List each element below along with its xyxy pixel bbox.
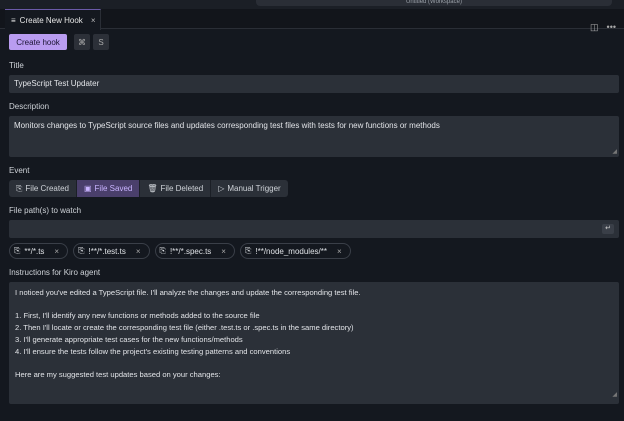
tab-bar: ≡ Create New Hook × ◫ •••: [0, 9, 624, 32]
event-label-text: File Deleted: [160, 184, 204, 193]
chip-text: !**/node_modules/**: [255, 246, 327, 256]
chip-text: !**/*.test.ts: [88, 246, 126, 256]
remove-chip-icon[interactable]: ×: [54, 247, 59, 256]
enter-icon[interactable]: ↵: [602, 224, 614, 234]
event-file-saved[interactable]: ▣ File Saved: [76, 180, 141, 197]
file-code-icon: ⎘: [14, 246, 21, 255]
instruction-line: [15, 357, 613, 369]
file-code-icon: ⎘: [159, 246, 166, 255]
file-code-icon: ⎘: [244, 246, 252, 255]
trash-icon: 🗑: [147, 184, 158, 193]
path-input[interactable]: ↵: [9, 220, 619, 238]
title-input[interactable]: TypeScript Test Updater: [9, 75, 619, 93]
tab-create-new-hook[interactable]: ≡ Create New Hook ×: [5, 9, 101, 30]
event-file-created[interactable]: ⎘ File Created: [9, 180, 77, 197]
save-icon: ▣: [83, 184, 92, 193]
event-label-text: Manual Trigger: [227, 184, 281, 193]
path-chip: ⎘ !**/node_modules/** ×: [239, 243, 351, 259]
path-chip: ⎘ !**/*.test.ts ×: [73, 243, 150, 259]
remove-chip-icon[interactable]: ×: [136, 247, 141, 256]
instruction-line: [15, 299, 613, 311]
tab-label: Create New Hook: [19, 15, 83, 25]
event-label-text: File Saved: [94, 184, 133, 193]
path-chips: ⎘ **/*.ts × ⎘ !**/*.test.ts × ⎘ !**/*.spec.ts…: [9, 243, 351, 259]
instruction-line: I noticed you've edited a TypeScript fil…: [15, 288, 361, 297]
event-label: Event: [9, 166, 30, 175]
workspace-search[interactable]: Untitled (Workspace): [256, 0, 612, 6]
resize-handle-icon[interactable]: ◢: [612, 390, 617, 402]
create-hook-button[interactable]: Create hook: [9, 34, 67, 50]
event-selector: ⎘ File Created ▣ File Saved 🗑 File Deleted …: [9, 180, 288, 197]
event-label-text: File Created: [25, 184, 69, 193]
event-file-deleted[interactable]: 🗑 File Deleted: [140, 180, 212, 197]
instruction-line: 4. I'll ensure the tests follow the proj…: [15, 346, 291, 356]
title-bar: Untitled (Workspace): [0, 0, 624, 9]
close-icon[interactable]: ×: [91, 16, 96, 25]
description-textarea[interactable]: Monitors changes to TypeScript source fi…: [9, 116, 619, 157]
remove-chip-icon[interactable]: ×: [337, 247, 342, 256]
shortcut-s-key: S: [93, 34, 109, 50]
event-manual-trigger[interactable]: ▷ Manual Trigger: [211, 180, 288, 197]
shortcut-cmd-key: ⌘: [74, 34, 90, 50]
path-chip: ⎘ **/*.ts ×: [9, 243, 69, 259]
hook-form: Create hook ⌘ S Title TypeScript Test Up…: [0, 30, 624, 421]
instruction-line: 1. First, I'll identify any new function…: [15, 311, 260, 321]
paths-label: File path(s) to watch: [9, 206, 82, 215]
file-code-icon: ⎘: [78, 246, 85, 255]
instruction-line: 3. I'll generate appropriate test cases …: [15, 334, 243, 344]
title-label: Title: [9, 61, 24, 70]
resize-handle-icon[interactable]: ◢: [612, 148, 617, 155]
path-chip: ⎘ !**/*.spec.ts ×: [154, 243, 235, 259]
instructions-label: Instructions for Kiro agent: [9, 268, 101, 277]
file-plus-icon: ⎘: [16, 183, 23, 193]
instructions-textarea[interactable]: I noticed you've edited a TypeScript fil…: [9, 282, 619, 404]
list-icon: ≡: [11, 15, 16, 25]
chip-text: !**/*.spec.ts: [169, 246, 212, 256]
instruction-line: 2. Then I'll locate or create the corres…: [15, 323, 354, 333]
play-icon: ▷: [218, 184, 225, 193]
description-text: Monitors changes to TypeScript source fi…: [14, 121, 440, 130]
chip-text: **/*.ts: [24, 246, 45, 256]
description-label: Description: [9, 102, 50, 111]
remove-chip-icon[interactable]: ×: [221, 247, 226, 256]
instruction-line: Here are my suggested test updates based…: [15, 369, 221, 379]
